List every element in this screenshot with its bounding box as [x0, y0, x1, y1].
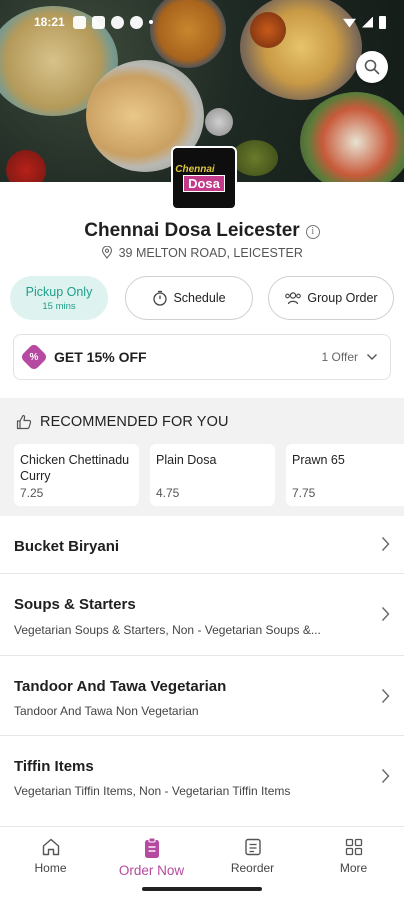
- pickup-time: 15 mins: [42, 300, 76, 312]
- notification-icon: [72, 15, 86, 29]
- thumbs-up-icon: [16, 414, 32, 430]
- info-icon[interactable]: i: [305, 225, 320, 239]
- offer-count: 1 Offer: [321, 350, 358, 364]
- category-title: Tandoor And Tawa Vegetarian: [14, 678, 227, 695]
- reorder-icon: [244, 838, 261, 856]
- category-row[interactable]: Tiffin Items Vegetarian Tiffin Items, No…: [0, 736, 404, 826]
- app-icon: [91, 15, 105, 29]
- search-icon: [364, 59, 380, 75]
- nav-home[interactable]: Home: [0, 837, 101, 875]
- group-order-label: Group Order: [307, 291, 378, 305]
- category-subtitle: Tandoor And Tawa Non Vegetarian: [14, 704, 199, 718]
- group-order-button[interactable]: Group Order: [268, 276, 394, 320]
- offer-banner[interactable]: % GET 15% OFF 1 Offer: [13, 334, 391, 380]
- category-title: Bucket Biryani: [14, 538, 120, 555]
- category-row[interactable]: Tandoor And Tawa Vegetarian Tandoor And …: [0, 656, 404, 736]
- recommended-item-name: Chicken Chettinadu Curry: [20, 453, 130, 483]
- order-options: Pickup Only 15 mins Schedule Group Order: [10, 276, 394, 320]
- food-dish-image: [205, 108, 233, 136]
- category-title: Tiffin Items: [14, 758, 94, 775]
- bottom-navigation: Home Order Now Reorder More: [0, 826, 404, 900]
- recommended-item-price: 7.25: [20, 486, 44, 500]
- recommended-title: RECOMMENDED FOR YOU: [40, 414, 229, 430]
- category-row[interactable]: Bucket Biryani: [0, 516, 404, 574]
- recommended-section: RECOMMENDED FOR YOU Chicken Chettinadu C…: [0, 398, 404, 516]
- logo-text-main: Dosa: [183, 174, 225, 192]
- gesture-home-indicator[interactable]: [142, 887, 262, 891]
- nav-reorder-label: Reorder: [230, 861, 275, 875]
- address-text: 39 MELTON ROAD, LEICESTER: [118, 246, 303, 260]
- clock-icon: [153, 290, 168, 306]
- nav-more-label: More: [339, 861, 368, 875]
- pickup-option[interactable]: Pickup Only 15 mins: [10, 276, 108, 320]
- recommended-item-price: 4.75: [156, 486, 180, 500]
- recommended-item-name: Plain Dosa: [156, 453, 217, 467]
- restaurant-name-text: Chennai Dosa Leicester: [84, 220, 300, 241]
- chevron-right-icon: [381, 769, 390, 783]
- category-subtitle: Vegetarian Tiffin Items, Non - Vegetaria…: [14, 784, 291, 798]
- restaurant-name: Chennai Dosa Leicester i: [0, 220, 404, 242]
- status-bar: 18:21: [0, 0, 404, 44]
- chevron-right-icon: [381, 537, 390, 551]
- nav-order-now[interactable]: Order Now: [101, 837, 202, 878]
- offer-title: GET 15% OFF: [54, 349, 147, 365]
- signal-icon: [362, 16, 373, 28]
- location-pin-icon: [102, 245, 113, 259]
- restaurant-logo: Chennai Dosa: [171, 146, 237, 210]
- food-dish-image: [232, 140, 278, 176]
- food-dish-image: [6, 150, 46, 182]
- discount-badge-icon: %: [19, 342, 49, 372]
- recommended-item-name: Prawn 65: [292, 453, 345, 467]
- food-dish-image: [300, 92, 404, 182]
- category-row[interactable]: Soups & Starters Vegetarian Soups & Star…: [0, 574, 404, 656]
- nav-reorder[interactable]: Reorder: [202, 837, 303, 875]
- nav-home-label: Home: [34, 861, 67, 875]
- pickup-label: Pickup Only: [25, 284, 93, 299]
- recommended-item-price: 7.75: [292, 486, 316, 500]
- category-title: Soups & Starters: [14, 596, 136, 613]
- android-icon: [129, 15, 143, 29]
- battery-icon: [379, 15, 386, 29]
- restaurant-address: 39 MELTON ROAD, LEICESTER: [0, 245, 404, 260]
- category-subtitle: Vegetarian Soups & Starters, Non - Veget…: [14, 623, 321, 637]
- nav-order-now-label: Order Now: [118, 863, 185, 878]
- recommended-item-card[interactable]: Prawn 65 7.75: [286, 444, 404, 506]
- more-notifications-icon: [148, 20, 153, 24]
- group-icon: [285, 292, 302, 305]
- recommended-item-card[interactable]: Chicken Chettinadu Curry 7.25: [14, 444, 139, 506]
- wifi-icon: [343, 18, 356, 28]
- play-icon: [110, 15, 124, 29]
- recommended-item-card[interactable]: Plain Dosa 4.75: [150, 444, 275, 506]
- chevron-right-icon: [381, 607, 390, 621]
- schedule-button[interactable]: Schedule: [125, 276, 253, 320]
- chevron-down-icon: [367, 354, 377, 360]
- order-icon: [144, 837, 159, 858]
- logo-text-top: Chennai: [175, 163, 215, 175]
- chevron-right-icon: [381, 689, 390, 703]
- nav-more[interactable]: More: [303, 837, 404, 875]
- recommended-header: RECOMMENDED FOR YOU: [16, 414, 229, 430]
- status-time: 18:21: [34, 15, 65, 29]
- home-icon: [42, 838, 59, 856]
- grid-icon: [345, 838, 362, 856]
- schedule-label: Schedule: [173, 291, 226, 305]
- search-button[interactable]: [356, 51, 388, 83]
